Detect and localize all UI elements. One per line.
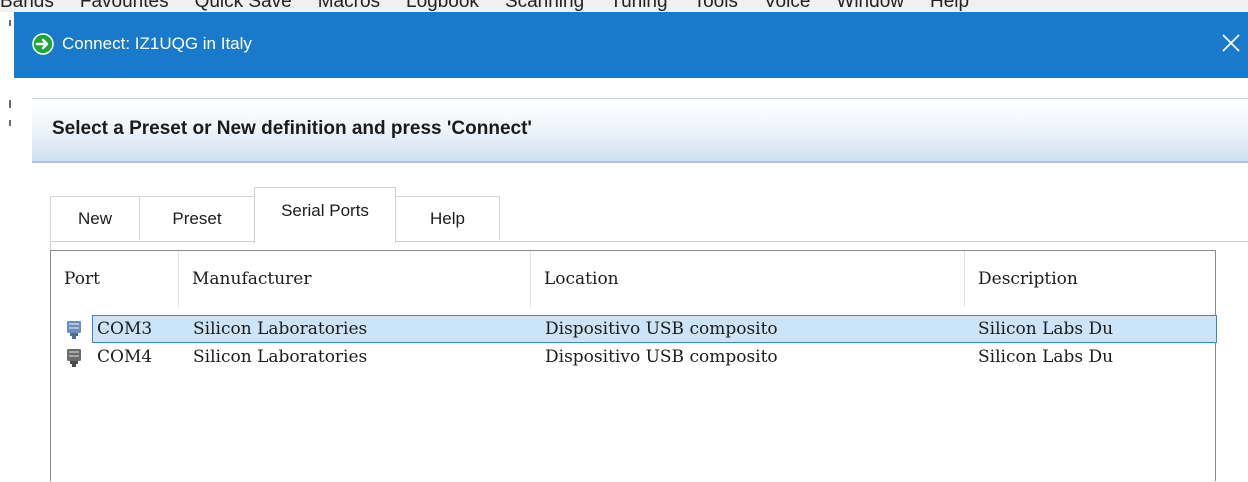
menu-tools[interactable]: Tools	[694, 0, 738, 12]
background-divider	[9, 120, 11, 126]
menu-window[interactable]: Window	[836, 0, 904, 12]
menu-voice[interactable]: Voice	[764, 0, 810, 12]
menu-quick-save[interactable]: Quick Save	[195, 0, 292, 12]
column-header-port[interactable]: Port	[51, 251, 179, 307]
list-header: Port Manufacturer Location Description	[51, 251, 1217, 307]
tab-preset[interactable]: Preset	[139, 196, 255, 240]
serial-port-icon	[67, 349, 81, 367]
cell-location: Dispositivo USB composito	[545, 319, 778, 339]
background-divider	[9, 20, 11, 26]
background-divider	[9, 100, 11, 108]
close-button[interactable]	[1214, 26, 1248, 60]
menu-macros[interactable]: Macros	[318, 0, 380, 12]
menu-tuning[interactable]: Tuning	[610, 0, 667, 12]
column-header-description[interactable]: Description	[965, 251, 1217, 307]
cell-description: Silicon Labs Du	[978, 319, 1114, 339]
table-row-com3[interactable]: COM3 Silicon Laboratories Dispositivo US…	[51, 315, 1217, 343]
cell-description: Silicon Labs Du	[978, 347, 1114, 367]
tab-help[interactable]: Help	[395, 196, 500, 240]
instruction-text: Select a Preset or New definition and pr…	[52, 118, 532, 139]
cell-manufacturer: Silicon Laboratories	[193, 347, 368, 367]
column-header-manufacturer[interactable]: Manufacturer	[179, 251, 531, 307]
serial-port-icon	[67, 321, 81, 339]
serial-ports-list[interactable]: Port Manufacturer Location Description C…	[50, 250, 1217, 481]
instruction-banner: Select a Preset or New definition and pr…	[32, 98, 1248, 163]
table-row-com4[interactable]: COM4 Silicon Laboratories Dispositivo US…	[51, 343, 1217, 371]
green-arrow-circle-icon	[32, 33, 54, 55]
background-window-edge	[0, 12, 14, 481]
tab-new[interactable]: New	[50, 196, 140, 240]
menu-bands[interactable]: Bands	[0, 0, 54, 12]
tab-serial-ports[interactable]: Serial Ports	[254, 187, 396, 243]
cell-port: COM3	[97, 319, 153, 339]
dialog-title: Connect: IZ1UQG in Italy	[62, 34, 252, 53]
tab-strip: New Preset Serial Ports Help	[50, 186, 1248, 243]
dialog-titlebar[interactable]: Connect: IZ1UQG in Italy	[14, 12, 1248, 78]
background-menubar: Bands Favourites Quick Save Macros Logbo…	[0, 0, 1248, 12]
menu-scanning[interactable]: Scanning	[505, 0, 584, 12]
cell-location: Dispositivo USB composito	[545, 347, 778, 367]
cell-port: COM4	[97, 347, 153, 367]
menu-help[interactable]: Help	[930, 0, 969, 12]
cell-manufacturer: Silicon Laboratories	[193, 319, 368, 339]
close-icon	[1222, 34, 1240, 52]
menu-logbook[interactable]: Logbook	[406, 0, 479, 12]
column-header-location[interactable]: Location	[531, 251, 965, 307]
menu-favourites[interactable]: Favourites	[80, 0, 169, 12]
